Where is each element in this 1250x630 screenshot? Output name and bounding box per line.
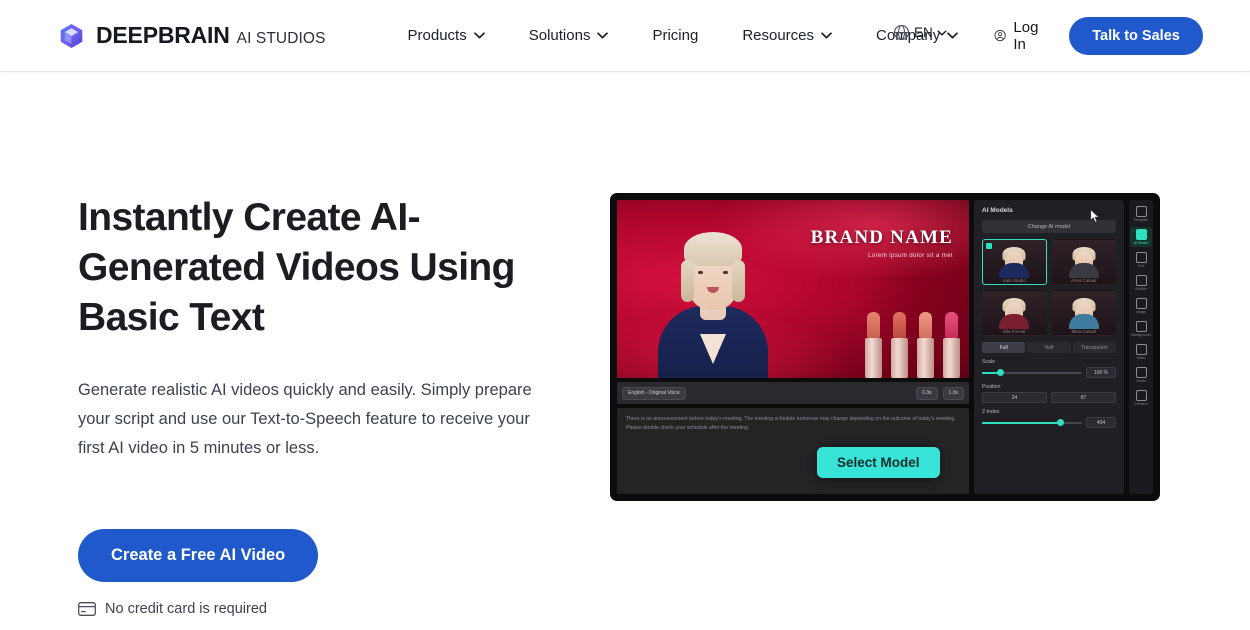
rail-item-video[interactable]: Video (1130, 342, 1152, 362)
tab-transparent[interactable]: Transparent (1072, 342, 1116, 353)
video-icon (1135, 344, 1147, 355)
clip-duration[interactable]: 0.3s (916, 386, 938, 400)
nav-label: Pricing (652, 27, 699, 44)
nav-label: Resources (742, 27, 815, 44)
language-label: EN (914, 25, 933, 40)
model-name: Mina Casual (1071, 329, 1096, 334)
audio-icon (1135, 367, 1147, 378)
rail-item-image[interactable]: Image (1130, 296, 1152, 316)
hero-copy: Instantly Create AI-Generated Videos Usi… (0, 193, 560, 617)
nav-label: Products (407, 27, 467, 44)
lipstick-products (864, 312, 961, 378)
zindex-slider[interactable] (982, 419, 1082, 426)
element-icon (1135, 390, 1147, 401)
position-control: Position 24 87 (982, 384, 1116, 403)
chevron-down-icon (937, 29, 947, 36)
hero-subtitle: Generate realistic AI videos quickly and… (78, 381, 532, 457)
zindex-label: Z-index (982, 409, 1000, 415)
zindex-control: Z-index 404 (982, 409, 1116, 428)
mouse-cursor-icon (1090, 209, 1100, 223)
nav-item-solutions[interactable]: Solutions (507, 19, 631, 52)
voice-selector[interactable]: English - Original Voice (622, 386, 686, 400)
video-preview-canvas[interactable]: BRAND NAME Lorem ipsum dolor sit a met (617, 200, 969, 378)
user-circle-icon (994, 29, 1006, 42)
globe-icon (893, 24, 910, 41)
language-selector[interactable]: EN (893, 24, 947, 41)
product-screenshot: BRAND NAME Lorem ipsum dolor sit a met E… (610, 193, 1160, 501)
note-label: No credit card is required (105, 601, 267, 617)
rail-item-text[interactable]: Text (1130, 250, 1152, 270)
chevron-down-icon (597, 32, 609, 39)
template-icon (1135, 206, 1147, 217)
select-model-button[interactable]: Select Model (817, 447, 940, 478)
zindex-value[interactable]: 404 (1086, 417, 1116, 428)
rail-item-subtitle[interactable]: Subtitle (1130, 273, 1152, 293)
editor-toolbar-strip: English - Original Voice 0.3s 1.0s (617, 382, 969, 404)
background-icon (1135, 321, 1147, 332)
login-button[interactable]: Log In (980, 11, 1057, 61)
subtitle-icon (1135, 275, 1147, 286)
tab-full[interactable]: Full (982, 342, 1026, 353)
brand-logo[interactable]: DEEPBRAIN AI STUDIOS (58, 22, 326, 50)
ai-models-panel: AI Models Change AI model Kate Studio An… (974, 200, 1124, 494)
site-header: DEEPBRAIN AI STUDIOS Products Solutions … (0, 0, 1250, 71)
brand-name: DEEPBRAIN (96, 22, 230, 48)
rail-item-template[interactable]: Template (1130, 204, 1152, 224)
nav-item-pricing[interactable]: Pricing (630, 19, 720, 52)
model-mode-tabs: Full Half Transparent (982, 342, 1116, 353)
nav-item-resources[interactable]: Resources (720, 19, 854, 52)
voice-label: English - Original Voice (628, 390, 680, 396)
editor-tool-rail: Template AI Model Text Subtitle Image Ba… (1129, 200, 1153, 494)
position-label: Position (982, 384, 1001, 390)
create-free-ai-video-button[interactable]: Create a Free AI Video (78, 529, 319, 582)
scale-control: Scale 100 % (982, 359, 1116, 378)
model-card[interactable]: Mina Casual (1051, 290, 1116, 336)
canvas-brand-text: BRAND NAME Lorem ipsum dolor sit a met (811, 227, 953, 259)
model-card[interactable]: Ella Formal (982, 290, 1047, 336)
rail-item-element[interactable]: Element (1130, 388, 1152, 408)
hero-section: Instantly Create AI-Generated Videos Usi… (0, 71, 1250, 617)
text-icon (1135, 252, 1147, 263)
duration-label: 0.3s (922, 390, 932, 396)
position-y-input[interactable]: 87 (1051, 392, 1116, 403)
image-icon (1135, 298, 1147, 309)
nav-item-products[interactable]: Products (386, 19, 507, 52)
selected-check-icon (986, 243, 992, 249)
chevron-down-icon (473, 32, 485, 39)
position-x-input[interactable]: 24 (982, 392, 1047, 403)
tab-half[interactable]: Half (1027, 342, 1071, 353)
model-name: Kate Studio (1002, 278, 1026, 283)
page-title: Instantly Create AI-Generated Videos Usi… (78, 196, 515, 339)
talk-to-sales-button[interactable]: Talk to Sales (1069, 16, 1203, 55)
total-duration[interactable]: 1.0s (942, 386, 964, 400)
model-card[interactable]: Kate Studio (982, 239, 1047, 285)
nav-label: Solutions (528, 27, 591, 44)
scale-label: Scale (982, 359, 995, 365)
model-name: Ella Formal (1003, 329, 1026, 334)
rail-item-background[interactable]: Background (1130, 319, 1152, 339)
model-name: Anna Casual (1071, 278, 1097, 283)
total-label: 1.0s (948, 390, 958, 396)
header-actions: Log In Talk to Sales (980, 11, 1203, 61)
chevron-down-icon (947, 32, 959, 39)
model-card[interactable]: Anna Casual (1051, 239, 1116, 285)
scale-value[interactable]: 100 % (1086, 367, 1116, 378)
brand-tagline-overlay: Lorem ipsum dolor sit a met (868, 253, 953, 259)
scale-slider[interactable] (982, 369, 1082, 376)
brand-name-overlay: BRAND NAME (810, 227, 953, 248)
cube-logo-icon (58, 22, 85, 50)
main-navigation: Products Solutions Pricing Resources Com… (386, 19, 981, 52)
no-credit-card-note: No credit card is required (78, 601, 560, 617)
chevron-down-icon (821, 32, 832, 39)
model-grid: Kate Studio Anna Casual Ella Formal Mina… (982, 239, 1116, 336)
ai-model-icon (1135, 229, 1147, 240)
ai-avatar-presenter (653, 218, 773, 378)
brand-suffix: AI STUDIOS (236, 30, 326, 47)
rail-item-audio[interactable]: Audio (1130, 365, 1152, 385)
rail-item-ai-model[interactable]: AI Model (1130, 227, 1152, 247)
credit-card-icon (78, 602, 96, 616)
login-label: Log In (1013, 18, 1039, 53)
